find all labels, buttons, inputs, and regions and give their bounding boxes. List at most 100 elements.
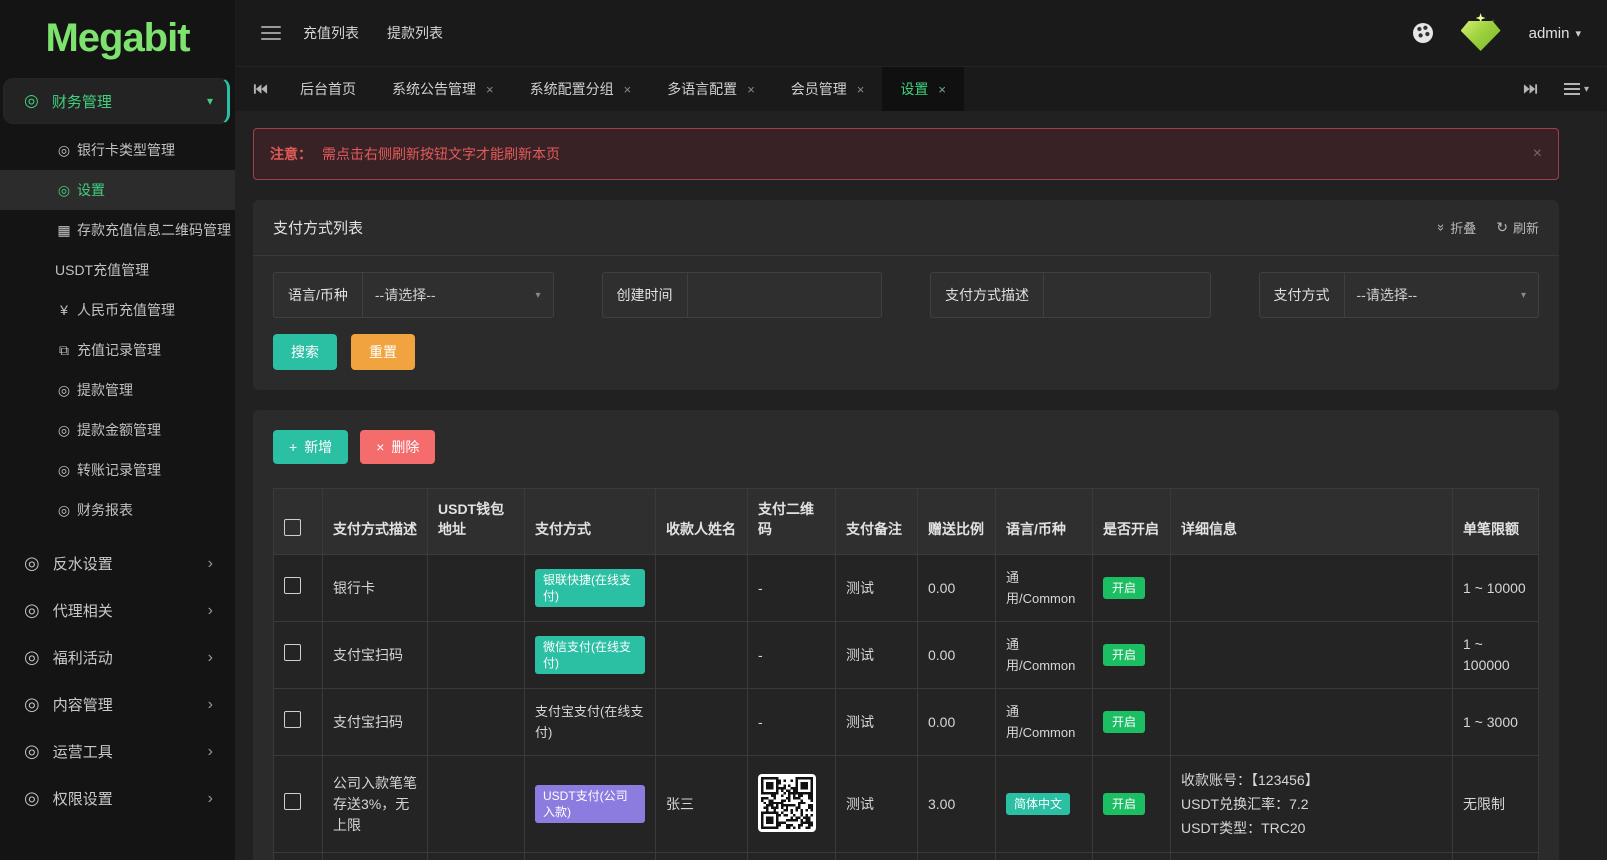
- payee-cell: [655, 554, 748, 622]
- sidebar-item-label: 存款充值信息二维码管理: [77, 222, 231, 238]
- row-select-cell: [273, 755, 323, 853]
- column-header: 支付备注: [835, 488, 918, 555]
- reset-button[interactable]: 重置: [351, 334, 415, 370]
- filter-value: --请选择--: [1356, 287, 1418, 303]
- sidebar-item[interactable]: ◎ 财务报表: [0, 490, 235, 530]
- sidebar-group-label: 代理相关: [52, 603, 113, 620]
- filter-group: 支付方式 --请选择-- ▾: [1258, 272, 1539, 318]
- filter-select[interactable]: --请选择-- ▾: [363, 273, 553, 317]
- forward-tabs-icon[interactable]: [1523, 83, 1538, 95]
- enabled-toggle[interactable]: 开启: [1103, 644, 1146, 666]
- sidebar-group[interactable]: ◎ 内容管理 ›: [0, 681, 235, 728]
- tab[interactable]: 系统公告管理 ×: [374, 67, 512, 111]
- add-button[interactable]: + 新增: [273, 430, 349, 464]
- tab[interactable]: 设置 ×: [882, 67, 964, 111]
- sidebar-group[interactable]: ◎ 代理相关 ›: [0, 587, 235, 634]
- close-icon[interactable]: ×: [857, 82, 865, 97]
- row-checkbox[interactable]: [284, 792, 301, 810]
- gem-avatar-icon[interactable]: [1459, 13, 1503, 53]
- table-row: 公司入款笔笔存送3%，无上限 USDT支付(公司入款) 张三 测试 3.00 简体中文 开启…: [273, 755, 1539, 853]
- sidebar-item[interactable]: ◎ 提款金额管理: [0, 410, 235, 450]
- close-icon[interactable]: ×: [486, 82, 494, 97]
- delete-button[interactable]: × 删除: [360, 430, 436, 464]
- table-row: 银行卡 银联快捷(在线支付) - 测试 0.00 通用/Common 开启 1 ~ 10000: [273, 554, 1539, 622]
- desc-cell: 支付宝扫码: [322, 621, 428, 689]
- sidebar-item[interactable]: ◎ 银行卡类型管理: [0, 130, 235, 170]
- method-badge: USDT支付(公司入款): [535, 785, 645, 823]
- sidebar-item[interactable]: ¥ 人民币充值管理: [0, 290, 235, 330]
- refresh-button[interactable]: ↻ 刷新: [1496, 218, 1539, 237]
- refresh-label: 刷新: [1512, 221, 1539, 236]
- column-header: 收款人姓名: [655, 488, 748, 555]
- withdraw-list-link[interactable]: 提款列表: [387, 23, 443, 43]
- detail-line: USDT类型：TRC20: [1181, 820, 1306, 836]
- tab[interactable]: 系统配置分组 ×: [512, 67, 650, 111]
- tab[interactable]: 后台首页: [282, 67, 374, 111]
- method-cell: 支付宝支付(公司入款): [524, 852, 656, 860]
- enabled-cell: 开启: [1092, 688, 1171, 756]
- filter-input[interactable]: [688, 273, 882, 317]
- row-checkbox[interactable]: [284, 643, 301, 661]
- tab-label: 系统配置分组: [529, 81, 614, 97]
- sidebar-item[interactable]: ◎ 转账记录管理: [0, 450, 235, 490]
- method-text: 支付宝支付(在线支付): [535, 704, 644, 740]
- row-checkbox[interactable]: [284, 710, 301, 728]
- column-header: 支付二维码: [747, 488, 836, 555]
- search-button[interactable]: 搜索: [273, 334, 337, 370]
- filter-select[interactable]: --请选择-- ▾: [1345, 273, 1539, 317]
- sidebar-group[interactable]: ◎ 福利活动 ›: [0, 634, 235, 681]
- lang-text: 通用/Common: [1006, 570, 1076, 606]
- tab-menu-icon[interactable]: ▾: [1563, 83, 1589, 95]
- chevron-right-icon: ›: [207, 601, 213, 619]
- enabled-toggle[interactable]: 开启: [1103, 793, 1146, 815]
- sidebar-item-label: 人民币充值管理: [77, 302, 175, 318]
- sidebar-group[interactable]: ◎ 权限设置 ›: [0, 775, 235, 822]
- sidebar-item[interactable]: ◎ 设置: [0, 170, 235, 210]
- close-icon[interactable]: ×: [747, 82, 755, 97]
- rewind-tabs-icon[interactable]: [253, 83, 268, 95]
- sidebar-group-finance[interactable]: ◎ 财务管理 ▾: [3, 78, 230, 124]
- qrcode-cell: -: [747, 554, 836, 622]
- notice-text: 需点击右侧刷新按钮文字才能刷新本页: [322, 146, 560, 162]
- recharge-list-link[interactable]: 充值列表: [303, 23, 359, 43]
- theme-palette-icon[interactable]: [1412, 23, 1433, 43]
- filter-input[interactable]: [1044, 273, 1210, 317]
- close-icon[interactable]: ×: [624, 82, 632, 97]
- collapse-button[interactable]: » 折叠: [1434, 218, 1476, 237]
- limit-cell: 无限制: [1452, 852, 1539, 860]
- menu-toggle-icon[interactable]: [261, 26, 281, 40]
- app-window: Megabit ◎ 财务管理 ▾ ◎ 银行卡类型管理 ◎ 设置 ▦ 存款充值信息二维码管理…: [0, 0, 1607, 860]
- select-all-checkbox[interactable]: [284, 519, 301, 536]
- table-panel: + 新增 × 删除 支付方式描述 USDT钱包地址 支付方式 收款人姓名 支付二维码 支付…: [253, 410, 1559, 860]
- delete-label: 删除: [391, 439, 420, 455]
- lang-cell: 通用/Common: [995, 621, 1093, 689]
- enabled-cell: 开启: [1092, 554, 1171, 622]
- sidebar-item[interactable]: ▦ 存款充值信息二维码管理: [0, 210, 235, 250]
- payment-methods-table: 支付方式描述 USDT钱包地址 支付方式 收款人姓名 支付二维码 支付备注 赠送比例 语言/币…: [273, 488, 1539, 860]
- row-checkbox[interactable]: [284, 576, 301, 594]
- sidebar-group[interactable]: ◎ 运营工具 ›: [0, 728, 235, 775]
- desc-cell: USDT充值: [322, 852, 428, 860]
- select-all-header: [273, 488, 323, 555]
- filter-group: 创建时间: [601, 272, 882, 318]
- sidebar-item[interactable]: ⧉ 充值记录管理: [0, 330, 235, 370]
- close-icon[interactable]: ×: [938, 82, 946, 97]
- sidebar-item[interactable]: USDT充值管理: [0, 250, 235, 290]
- enabled-toggle[interactable]: 开启: [1103, 711, 1146, 733]
- user-menu[interactable]: admin ▾: [1529, 25, 1581, 42]
- sidebar-group[interactable]: ◎ 反水设置 ›: [0, 540, 235, 587]
- lang-cell: 简体中文: [995, 755, 1093, 853]
- sidebar-item[interactable]: ◎ 提款管理: [0, 370, 235, 410]
- tab[interactable]: 多语言配置 ×: [649, 67, 773, 111]
- close-icon[interactable]: ×: [1533, 145, 1542, 163]
- username: admin: [1528, 24, 1570, 42]
- wallet-cell: [427, 688, 525, 756]
- circle-icon: ◎: [57, 181, 71, 198]
- tab[interactable]: 会员管理 ×: [773, 67, 883, 111]
- filter-fields: 语言/币种 --请选择-- ▾ 创建时间 支付方式描述 支付方式 --请选择-- ▾: [253, 256, 1559, 318]
- desc-cell: 支付宝扫码: [322, 688, 428, 756]
- sidebar-group-label: 运营工具: [52, 744, 113, 761]
- method-cell: 微信支付(在线支付): [524, 621, 656, 689]
- detail-line: 收款账号：【123456】: [1181, 772, 1319, 788]
- enabled-toggle[interactable]: 开启: [1103, 577, 1146, 599]
